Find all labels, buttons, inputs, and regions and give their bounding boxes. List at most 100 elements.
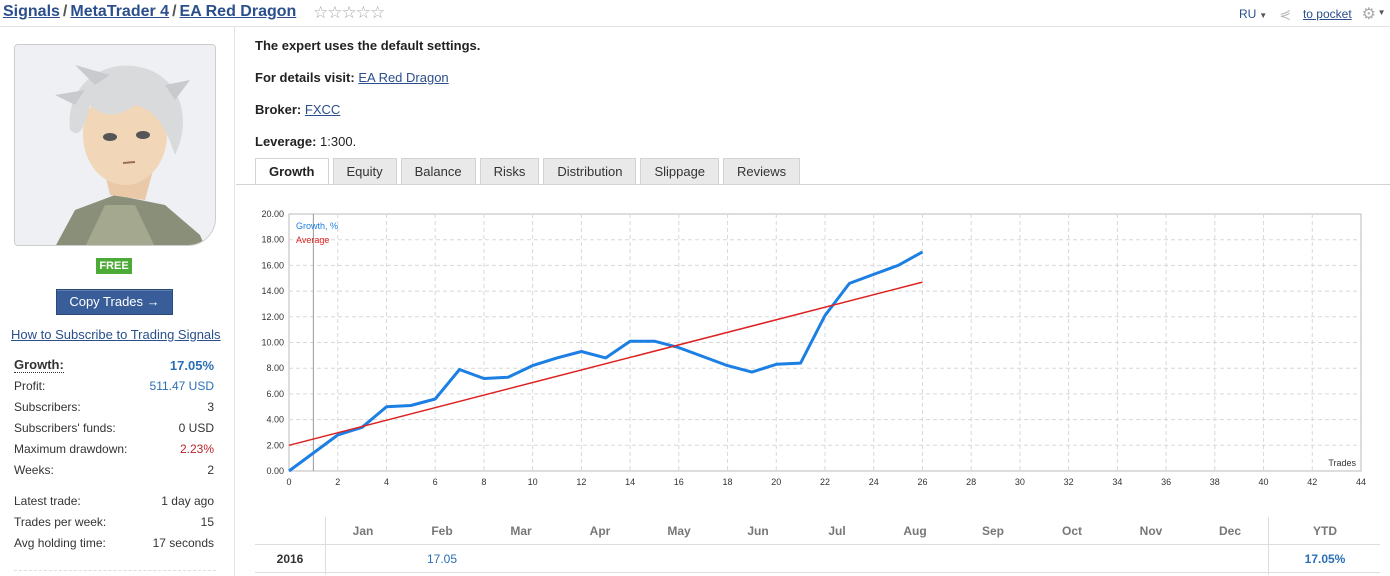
x-tick-label: 6 xyxy=(433,477,438,487)
tab-risks[interactable]: Risks xyxy=(479,158,540,184)
x-tick-label: 16 xyxy=(674,477,684,487)
month-header: Jan xyxy=(352,524,374,538)
details-line: For details visit: EA Red Dragon xyxy=(255,70,449,85)
stat-label: Latest trade: xyxy=(14,494,81,508)
broker-link[interactable]: FXCC xyxy=(305,102,340,117)
details-label: For details visit: xyxy=(255,70,355,85)
table-row: 2016 17.05 17.05% xyxy=(255,545,1380,573)
x-tick-label: 4 xyxy=(384,477,389,487)
stat-label: Trades per week: xyxy=(14,515,107,529)
month-header: Feb xyxy=(431,524,453,538)
tab-bar: Growth Equity Balance Risks Distribution… xyxy=(255,158,804,185)
signal-sidebar: FREE Copy Trades → How to Subscribe to T… xyxy=(0,27,235,576)
monthly-growth-table: Jan Feb Mar Apr May Jun Jul Aug Sep Oct Nov Dec YTD 2… xyxy=(255,517,1380,575)
tab-reviews[interactable]: Reviews xyxy=(723,158,801,184)
settings-note: The expert uses the default settings. xyxy=(255,38,481,53)
leverage-value: 1:300. xyxy=(320,134,357,149)
leverage-label: Leverage: xyxy=(255,134,317,149)
month-header: Nov xyxy=(1139,524,1163,538)
x-tick-label: 8 xyxy=(481,477,486,487)
rating-stars[interactable]: ☆☆☆☆☆ xyxy=(313,3,385,23)
legend-entry: Average xyxy=(296,235,329,245)
x-axis-label: Trades xyxy=(1328,458,1356,468)
signal-main: The expert uses the default settings. Fo… xyxy=(236,27,1390,576)
y-tick-label: 20.00 xyxy=(261,209,284,219)
stat-value: 0 USD xyxy=(178,421,214,435)
stat-value: 2 xyxy=(207,463,214,477)
to-pocket-link[interactable]: to pocket xyxy=(1303,7,1352,21)
month-header: Apr xyxy=(589,524,611,538)
stat-label: Avg holding time: xyxy=(14,536,106,550)
copy-trades-button[interactable]: Copy Trades → xyxy=(56,289,173,315)
y-tick-label: 8.00 xyxy=(266,363,284,373)
y-tick-label: 4.00 xyxy=(266,415,284,425)
growth-chart: 0.00 2.00 4.00 6.00 8.00 10.00 12.00 14.00 16.00… xyxy=(261,209,1366,487)
stat-value: 511.47 USD xyxy=(149,379,214,393)
stat-label: Profit: xyxy=(14,379,46,393)
y-tick-label: 12.00 xyxy=(261,312,284,322)
tabs-divider xyxy=(236,184,1390,185)
language-label: RU xyxy=(1238,7,1257,21)
x-tick-label: 2 xyxy=(335,477,340,487)
month-value[interactable]: 17.05 xyxy=(412,545,472,573)
tab-distribution[interactable]: Distribution xyxy=(543,158,637,184)
y-tick-label: 6.00 xyxy=(266,389,284,399)
breadcrumb-separator: / xyxy=(172,3,177,20)
x-tick-label: 36 xyxy=(1161,477,1171,487)
month-header: Jun xyxy=(747,524,769,538)
stat-value: 3 xyxy=(207,400,214,414)
month-header: Oct xyxy=(1061,524,1082,538)
signal-stats: Growth: 17.05% Profit: 511.47 USD Subscr… xyxy=(14,355,214,554)
stat-max-drawdown: Maximum drawdown: 2.23% xyxy=(14,439,214,460)
language-selector[interactable]: RU ▼ xyxy=(1239,7,1267,21)
stat-growth: Growth: 17.05% xyxy=(14,355,214,376)
how-to-subscribe-link[interactable]: How to Subscribe to Trading Signals xyxy=(11,327,221,342)
stat-avg-holding-time: Avg holding time: 17 seconds xyxy=(14,533,214,554)
table-divider xyxy=(1268,517,1269,575)
broker-label: Broker: xyxy=(255,102,302,117)
breadcrumb-separator: / xyxy=(62,3,68,20)
month-header: Dec xyxy=(1218,524,1241,538)
breadcrumb-signal-name[interactable]: EA Red Dragon xyxy=(180,3,297,20)
x-tick-label: 10 xyxy=(528,477,538,487)
tab-growth[interactable]: Growth xyxy=(255,158,329,185)
month-header: Aug xyxy=(903,524,927,538)
month-header: Sep xyxy=(981,524,1004,538)
stat-subscribers: Subscribers: 3 xyxy=(14,397,214,418)
x-tick-label: 42 xyxy=(1307,477,1317,487)
y-tick-label: 16.00 xyxy=(261,260,284,270)
breadcrumb-metatrader4[interactable]: MetaTrader 4 xyxy=(70,3,169,20)
chevron-down-icon: ▼ xyxy=(1259,11,1268,20)
x-tick-label: 34 xyxy=(1112,477,1122,487)
avatar-image xyxy=(15,45,215,245)
page-header: Signals / MetaTrader 4/EA Red Dragon ☆☆☆☆☆… xyxy=(0,0,1390,27)
stat-label: Weeks: xyxy=(14,463,54,477)
legend-entry: Growth, % xyxy=(296,221,338,231)
tab-balance[interactable]: Balance xyxy=(400,158,476,184)
stat-profit: Profit: 511.47 USD xyxy=(14,376,214,397)
stat-value: 17.05% xyxy=(169,358,214,373)
x-tick-label: 22 xyxy=(820,477,830,487)
year-cell: 2016 xyxy=(276,552,304,566)
breadcrumb-signals[interactable]: Signals xyxy=(3,3,60,20)
breadcrumb: Signals / MetaTrader 4/EA Red Dragon xyxy=(3,3,296,21)
stat-weeks: Weeks: 2 xyxy=(14,460,214,481)
chevron-down-icon: ▼ xyxy=(1377,8,1386,17)
stat-label[interactable]: Growth: xyxy=(14,357,64,373)
x-tick-label: 30 xyxy=(1015,477,1025,487)
x-tick-label: 18 xyxy=(723,477,733,487)
y-tick-label: 14.00 xyxy=(261,286,284,296)
tab-slippage[interactable]: Slippage xyxy=(640,158,720,184)
stat-latest-trade: Latest trade: 1 day ago xyxy=(14,491,214,512)
gear-icon[interactable]: ⚙ ▼ xyxy=(1362,4,1386,24)
broker-line: Broker: FXCC xyxy=(255,102,340,117)
x-tick-label: 40 xyxy=(1259,477,1269,487)
y-tick-label: 0.00 xyxy=(266,466,284,476)
table-divider xyxy=(325,517,326,575)
monthly-header-row: Jan Feb Mar Apr May Jun Jul Aug Sep Oct Nov Dec YTD xyxy=(255,517,1380,545)
details-link[interactable]: EA Red Dragon xyxy=(358,70,448,85)
month-header: Jul xyxy=(828,524,846,538)
ytd-header: YTD xyxy=(1313,524,1337,538)
tab-equity[interactable]: Equity xyxy=(332,158,397,184)
share-icon[interactable]: ⋞ xyxy=(1279,6,1291,23)
